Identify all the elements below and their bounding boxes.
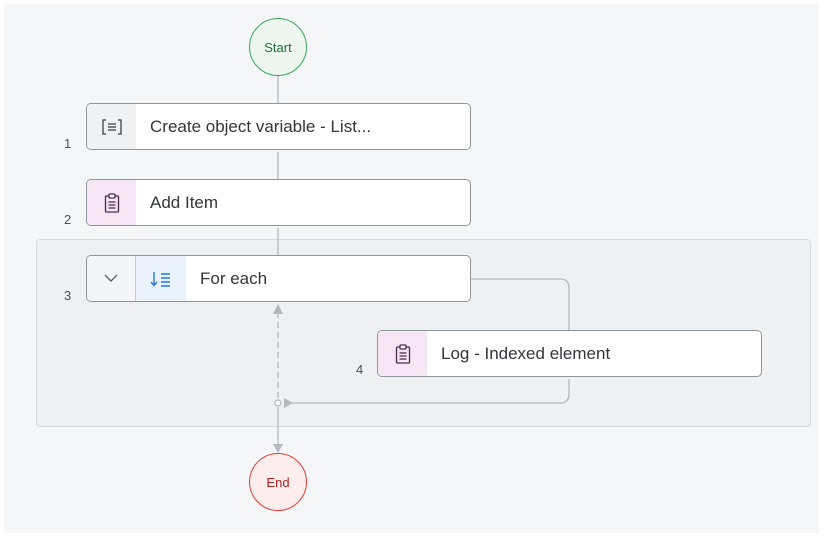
clipboard-icon bbox=[87, 180, 136, 225]
step-number-3: 3 bbox=[64, 288, 72, 303]
step-label: For each bbox=[200, 268, 268, 288]
sort-down-list-icon bbox=[136, 256, 186, 301]
step-label: Create object variable - List... bbox=[150, 116, 372, 136]
step-for-each[interactable]: For each bbox=[86, 255, 471, 302]
step-label: Log - Indexed element bbox=[441, 343, 611, 363]
start-node[interactable]: Start bbox=[249, 18, 307, 76]
chevron-down-icon[interactable] bbox=[87, 256, 136, 301]
step-label: Add Item bbox=[150, 192, 219, 212]
step-log-indexed-element[interactable]: Log - Indexed element bbox=[377, 330, 762, 377]
end-node[interactable]: End bbox=[249, 453, 307, 511]
step-number-1: 1 bbox=[64, 136, 72, 151]
step-number-2: 2 bbox=[64, 212, 72, 227]
step-create-object-variable[interactable]: Create object variable - List... bbox=[86, 103, 471, 150]
step-add-item[interactable]: Add Item bbox=[86, 179, 471, 226]
variable-list-icon bbox=[87, 104, 136, 149]
clipboard-icon bbox=[378, 331, 427, 376]
step-number-4: 4 bbox=[356, 362, 364, 377]
